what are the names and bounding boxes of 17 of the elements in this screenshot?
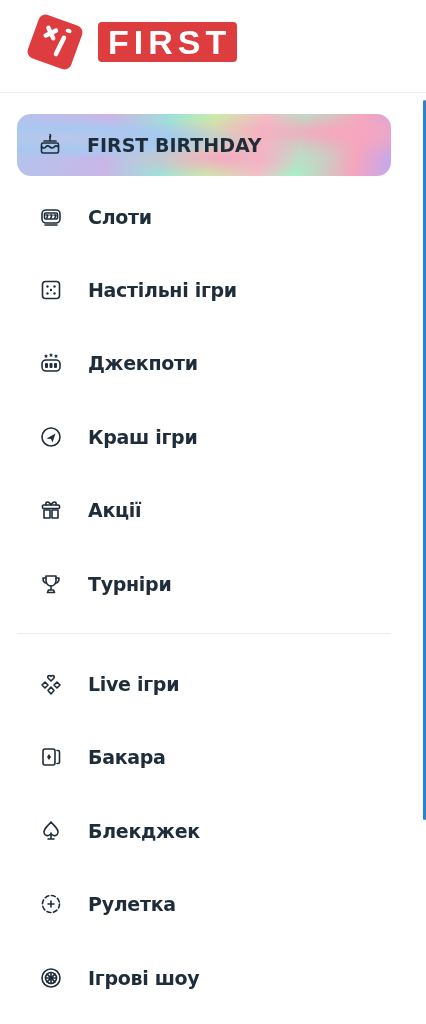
scrollbar[interactable] [423, 100, 426, 820]
logo-wordmark: FIRST [98, 22, 238, 62]
cake-icon [38, 133, 62, 157]
menu-item[interactable]: Live ігри [0, 647, 426, 721]
menu-item[interactable]: Настільні ігри [0, 253, 426, 327]
menu-item[interactable]: Слоти [0, 180, 426, 254]
wheel-icon [39, 965, 63, 990]
menu-item[interactable]: Рулетка [0, 867, 426, 941]
menu-item[interactable]: Джекпоти [0, 326, 426, 401]
menu-item[interactable]: Краш ігри [0, 400, 426, 474]
menu-item[interactable]: Турніри [0, 546, 426, 621]
menu-item[interactable]: Акції [0, 473, 426, 547]
menu-item[interactable]: Блекджек [0, 794, 426, 868]
menu-item[interactable]: Бакара [0, 720, 426, 795]
birthday-menu-item[interactable]: FIRST BIRTHDAY [17, 114, 391, 176]
card-suits-icon [39, 672, 63, 697]
menu-item[interactable]: Ігрові шоу [0, 940, 426, 1015]
